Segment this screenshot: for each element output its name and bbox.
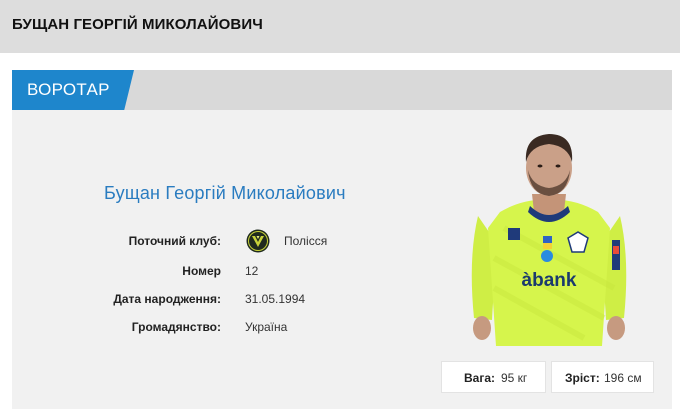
position-tab: ВОРОТАР — [12, 70, 134, 110]
page-title: БУЩАН ГЕОРГІЙ МИКОЛАЙОВИЧ — [12, 16, 263, 33]
info-row-club: Поточний клуб: — [0, 234, 221, 254]
club-value-link[interactable]: Полісся — [284, 234, 327, 248]
page-header: БУЩАН ГЕОРГІЙ МИКОЛАЙОВИЧ — [0, 0, 680, 53]
info-row-citizenship: Громадянство: — [0, 320, 221, 340]
weight-value: 95 кг — [501, 371, 528, 385]
position-bar: ВОРОТАР — [12, 70, 672, 110]
citizenship-value: Україна — [245, 320, 288, 334]
birthdate-value: 31.05.1994 — [245, 292, 306, 306]
height-box: Зріст: 196 см — [551, 361, 654, 393]
club-label: Поточний клуб: — [128, 234, 221, 248]
info-row-birthdate: Дата народження: — [0, 292, 221, 312]
number-value: 12 — [245, 264, 259, 278]
number-label: Номер — [182, 264, 221, 278]
player-photo: àbank — [471, 134, 627, 346]
weight-label: Вага: — [464, 371, 496, 385]
position-label: ВОРОТАР — [27, 80, 110, 99]
sponsor-text: àbank — [522, 270, 577, 291]
birthdate-label: Дата народження: — [113, 292, 221, 306]
player-name: Бущан Георгій Миколайович — [104, 183, 346, 203]
polissia-club-logo-icon[interactable] — [246, 229, 270, 253]
height-label: Зріст: — [565, 371, 600, 385]
weight-box: Вага: 95 кг — [441, 361, 546, 393]
height-value: 196 см — [604, 371, 642, 385]
citizenship-label: Громадянство: — [131, 320, 221, 334]
info-row-number: Номер — [0, 264, 221, 284]
